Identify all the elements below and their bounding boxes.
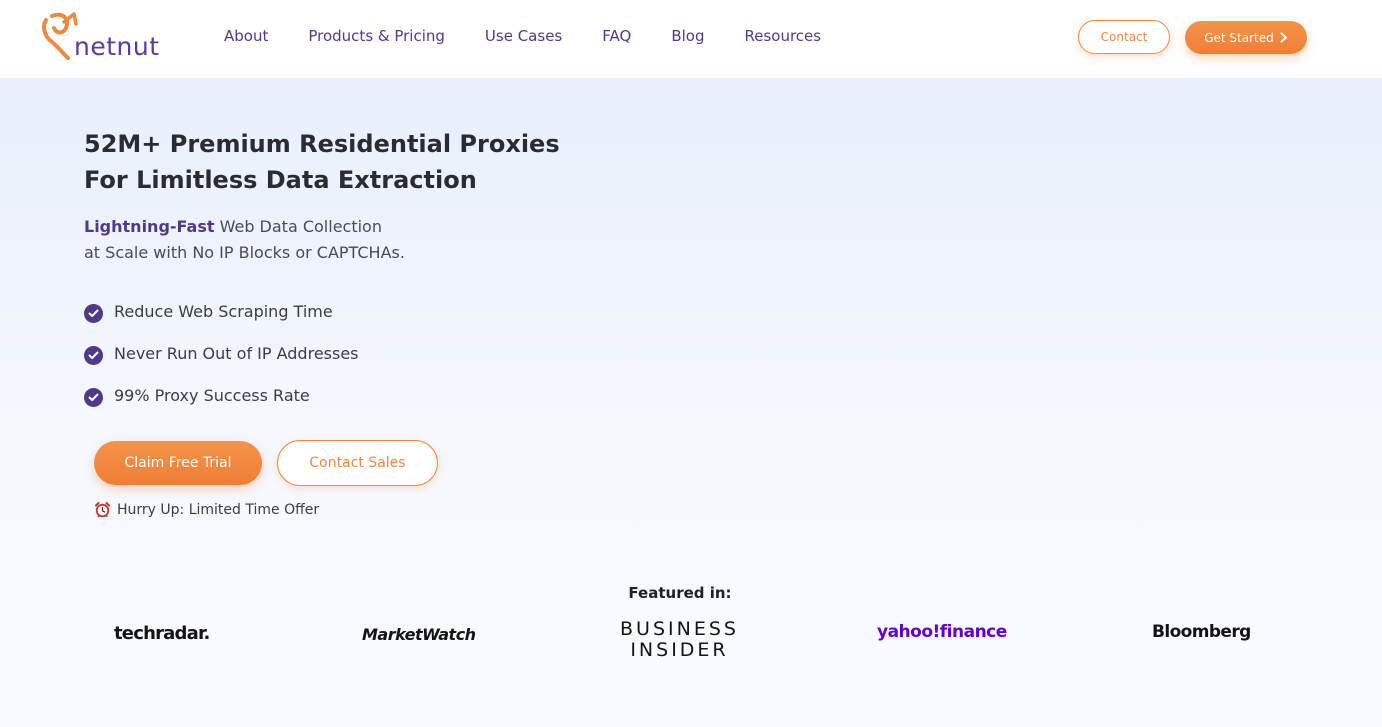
hero-title-line1: 52M+ Premium Residential Proxies bbox=[84, 130, 560, 158]
main-nav: About Products & Pricing Use Cases FAQ B… bbox=[224, 27, 861, 45]
claim-free-trial-button[interactable]: Claim Free Trial bbox=[94, 441, 262, 485]
subtitle-line2: at Scale with No IP Blocks or CAPTCHAs. bbox=[84, 243, 405, 262]
get-started-label: Get Started bbox=[1204, 30, 1274, 45]
feature-text: Never Run Out of IP Addresses bbox=[114, 343, 359, 363]
business-insider-line2: INSIDER bbox=[630, 639, 729, 661]
nav-products-pricing[interactable]: Products & Pricing bbox=[308, 27, 445, 45]
feature-text: 99% Proxy Success Rate bbox=[114, 385, 310, 405]
nav-blog[interactable]: Blog bbox=[671, 27, 704, 45]
check-circle-icon bbox=[84, 303, 103, 323]
feature-list: Reduce Web Scraping Time Never Run Out o… bbox=[84, 290, 359, 416]
chevron-right-icon bbox=[1280, 32, 1287, 43]
hurry-text: Hurry Up: Limited Time Offer bbox=[117, 501, 320, 518]
get-started-button[interactable]: Get Started bbox=[1185, 21, 1307, 54]
techradar-logo: techradar. bbox=[114, 623, 210, 644]
business-insider-line1: BUSINESS bbox=[620, 618, 739, 640]
alarm-clock-icon bbox=[95, 502, 110, 518]
yahoo-finance-logo: yahoo!finance bbox=[877, 622, 1007, 642]
hero-title: 52M+ Premium Residential Proxies For Lim… bbox=[84, 126, 604, 198]
contact-button[interactable]: Contact bbox=[1078, 20, 1170, 54]
netnut-logo[interactable]: netnut bbox=[40, 12, 160, 66]
business-insider-logo: BUSINESS INSIDER bbox=[620, 619, 739, 661]
featured-in-label: Featured in: bbox=[628, 584, 732, 602]
nav-about[interactable]: About bbox=[224, 27, 268, 45]
subtitle-rest: Web Data Collection bbox=[214, 217, 382, 236]
hero-subtitle: Lightning-Fast Web Data Collection at Sc… bbox=[84, 214, 504, 266]
feature-item: 99% Proxy Success Rate bbox=[84, 374, 359, 416]
site-header: netnut About Products & Pricing Use Case… bbox=[0, 0, 1382, 78]
feature-text: Reduce Web Scraping Time bbox=[114, 301, 333, 321]
nav-use-cases[interactable]: Use Cases bbox=[485, 27, 562, 45]
marketwatch-logo: MarketWatch bbox=[362, 625, 476, 644]
hero-title-line2: For Limitless Data Extraction bbox=[84, 166, 477, 194]
nav-faq[interactable]: FAQ bbox=[602, 27, 631, 45]
feature-item: Reduce Web Scraping Time bbox=[84, 290, 359, 332]
check-circle-icon bbox=[84, 345, 103, 365]
check-circle-icon bbox=[84, 387, 103, 407]
nav-resources[interactable]: Resources bbox=[744, 27, 821, 45]
logo-text: netnut bbox=[74, 32, 160, 61]
contact-sales-button[interactable]: Contact Sales bbox=[277, 440, 438, 486]
bloomberg-logo: Bloomberg bbox=[1152, 622, 1251, 642]
feature-item: Never Run Out of IP Addresses bbox=[84, 332, 359, 374]
limited-offer-notice: Hurry Up: Limited Time Offer bbox=[94, 501, 319, 518]
subtitle-highlight: Lightning-Fast bbox=[84, 217, 215, 236]
